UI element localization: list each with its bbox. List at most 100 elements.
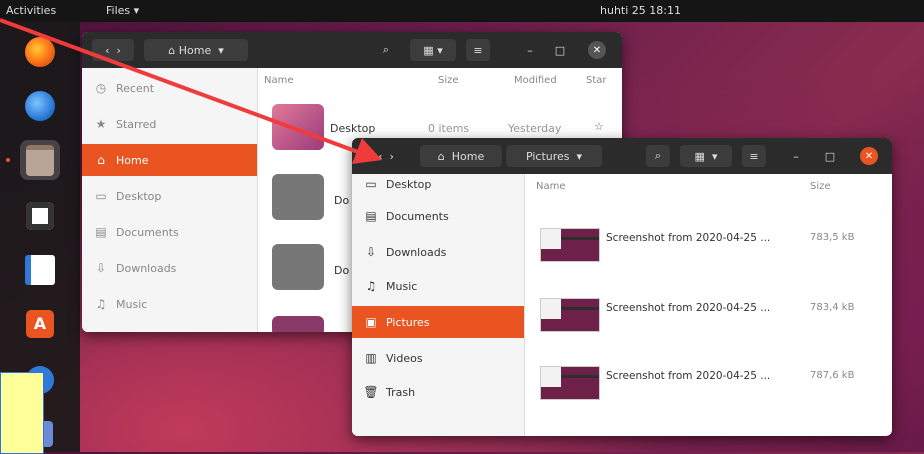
rhythmbox-launcher[interactable]: [20, 196, 60, 236]
grid-icon: ▦: [694, 149, 705, 163]
thunderbird-launcher[interactable]: [20, 86, 60, 126]
search-button[interactable]: ⌕: [646, 145, 670, 167]
minimize-button[interactable]: –: [520, 39, 540, 61]
clock-icon: ◷: [95, 81, 107, 95]
close-button[interactable]: ✕: [588, 41, 606, 59]
star-icon: ★: [95, 117, 107, 131]
sidebar-item-recent[interactable]: ◷ Recent: [82, 72, 257, 104]
menu-button[interactable]: ≡: [466, 39, 490, 61]
back-forward-buttons[interactable]: ‹ ›: [92, 39, 134, 61]
path-home-label: Home: [178, 43, 212, 57]
sidebar-item-music[interactable]: ♫ Music: [82, 288, 257, 320]
menu-button[interactable]: ≡: [742, 145, 766, 167]
files-window-foreground[interactable]: ‹ › ⌂ Home Pictures ▾ ⌕ ▦ ▾ ≡ – □ ✕ ▭ Des…: [352, 138, 892, 436]
files-launcher[interactable]: [20, 140, 60, 180]
music-icon: [26, 202, 54, 230]
file-row[interactable]: Screenshot from 2020-04-25 ... 787,6 kB: [538, 360, 888, 400]
minimize-button[interactable]: –: [786, 145, 806, 167]
sidebar-item-desktop[interactable]: ▭ Desktop: [352, 168, 524, 200]
header-bar: ‹ › ⌂ Home ▾ ⌕ ▦ ▾ ≡ – □ ✕: [82, 32, 622, 68]
folder-downloads-icon: [272, 244, 324, 290]
close-icon: ✕: [864, 150, 874, 162]
file-name: Screenshot from 2020-04-25 ...: [606, 302, 771, 314]
trash-icon: 🗑: [363, 385, 379, 399]
pictures-icon: ▣: [365, 315, 377, 329]
search-button[interactable]: ⌕: [374, 39, 398, 61]
app-menu[interactable]: Files ▾: [106, 4, 139, 17]
column-size[interactable]: Size: [438, 68, 459, 92]
file-name: Do: [334, 194, 350, 207]
sidebar-item-documents[interactable]: ▤ Documents: [352, 200, 524, 232]
column-modified[interactable]: Modified: [514, 68, 557, 92]
home-icon: ⌂: [97, 153, 105, 167]
view-button[interactable]: ▦ ▾: [410, 39, 456, 61]
search-icon: ⌕: [654, 149, 662, 162]
path-home-button[interactable]: ⌂ Home: [420, 145, 502, 167]
chevron-down-icon: ▾: [576, 149, 583, 163]
column-name[interactable]: Name: [264, 68, 294, 92]
sidebar-item-trash[interactable]: 🗑 Trash: [352, 376, 524, 408]
image-thumbnail: [540, 366, 600, 400]
file-size: 783,5 kB: [810, 232, 855, 243]
image-thumbnail: [540, 298, 600, 332]
file-size: 783,4 kB: [810, 302, 855, 313]
forward-icon[interactable]: ›: [117, 44, 121, 57]
desktop-icon: ▭: [95, 189, 107, 203]
sidebar-item-starred[interactable]: ★ Starred: [82, 108, 257, 140]
maximize-icon: □: [554, 43, 566, 57]
clock[interactable]: huhti 25 18:11: [600, 4, 681, 17]
document-icon: [25, 255, 55, 285]
file-size: 787,6 kB: [810, 370, 855, 381]
activities-button[interactable]: Activities: [6, 4, 56, 17]
chevron-down-icon: ▾: [437, 43, 443, 57]
folder-documents-icon: [272, 174, 324, 220]
writer-launcher[interactable]: [20, 250, 60, 290]
music-icon: ♫: [365, 279, 377, 293]
downloads-icon: ⇩: [95, 261, 107, 275]
view-button[interactable]: ▦ ▾: [680, 145, 732, 167]
home-icon: ⌂: [168, 43, 176, 57]
path-current-label: Pictures: [525, 149, 570, 163]
back-forward-buttons[interactable]: ‹ ›: [366, 145, 406, 167]
sidebar-item-videos[interactable]: ▥ Videos: [352, 342, 524, 374]
hamburger-icon: ≡: [749, 149, 759, 163]
sidebar-item-desktop[interactable]: ▭ Desktop: [82, 180, 257, 212]
back-icon[interactable]: ‹: [105, 44, 109, 57]
software-icon: A: [26, 310, 54, 338]
maximize-button[interactable]: □: [550, 39, 570, 61]
file-modified: Yesterday: [508, 122, 562, 135]
column-size[interactable]: Size: [810, 174, 831, 198]
file-row[interactable]: Screenshot from 2020-04-25 ... 783,5 kB: [538, 222, 888, 262]
software-launcher[interactable]: A: [20, 304, 60, 344]
chevron-down-icon: ▾: [218, 43, 224, 57]
column-name[interactable]: Name: [536, 174, 566, 198]
file-size: 0 items: [428, 122, 470, 135]
file-name: Screenshot from 2020-04-25 ...: [606, 370, 771, 382]
star-icon[interactable]: ☆: [594, 120, 604, 133]
path-bar[interactable]: ⌂ Home ▾: [144, 39, 248, 61]
maximize-icon: □: [824, 149, 836, 163]
minimize-icon: –: [527, 43, 533, 57]
sidebar-item-downloads[interactable]: ⇩ Downloads: [352, 236, 524, 268]
videos-icon: ▥: [365, 351, 377, 365]
back-icon[interactable]: ‹: [378, 150, 382, 163]
path-pictures-button[interactable]: Pictures ▾: [506, 145, 602, 167]
grid-icon: ▦: [423, 43, 434, 57]
firefox-icon: [25, 37, 55, 67]
desktop-icon: ▭: [365, 177, 377, 191]
sidebar-item-documents[interactable]: ▤ Documents: [82, 216, 257, 248]
file-name: Screenshot from 2020-04-25 ...: [606, 232, 771, 244]
maximize-button[interactable]: □: [820, 145, 840, 167]
file-row[interactable]: Screenshot from 2020-04-25 ... 783,4 kB: [538, 292, 888, 332]
downloads-icon: ⇩: [365, 245, 377, 259]
minimize-icon: –: [793, 149, 799, 163]
column-star[interactable]: Star: [586, 68, 607, 92]
sidebar-item-music[interactable]: ♫ Music: [352, 270, 524, 302]
sidebar-item-home[interactable]: ⌂ Home: [82, 144, 257, 176]
forward-icon[interactable]: ›: [390, 150, 394, 163]
sidebar-item-pictures[interactable]: ▣ Pictures: [352, 306, 524, 338]
sidebar-item-downloads[interactable]: ⇩ Downloads: [82, 252, 257, 284]
firefox-launcher[interactable]: [20, 32, 60, 72]
home-icon: ⌂: [437, 149, 445, 163]
close-button[interactable]: ✕: [860, 147, 878, 165]
